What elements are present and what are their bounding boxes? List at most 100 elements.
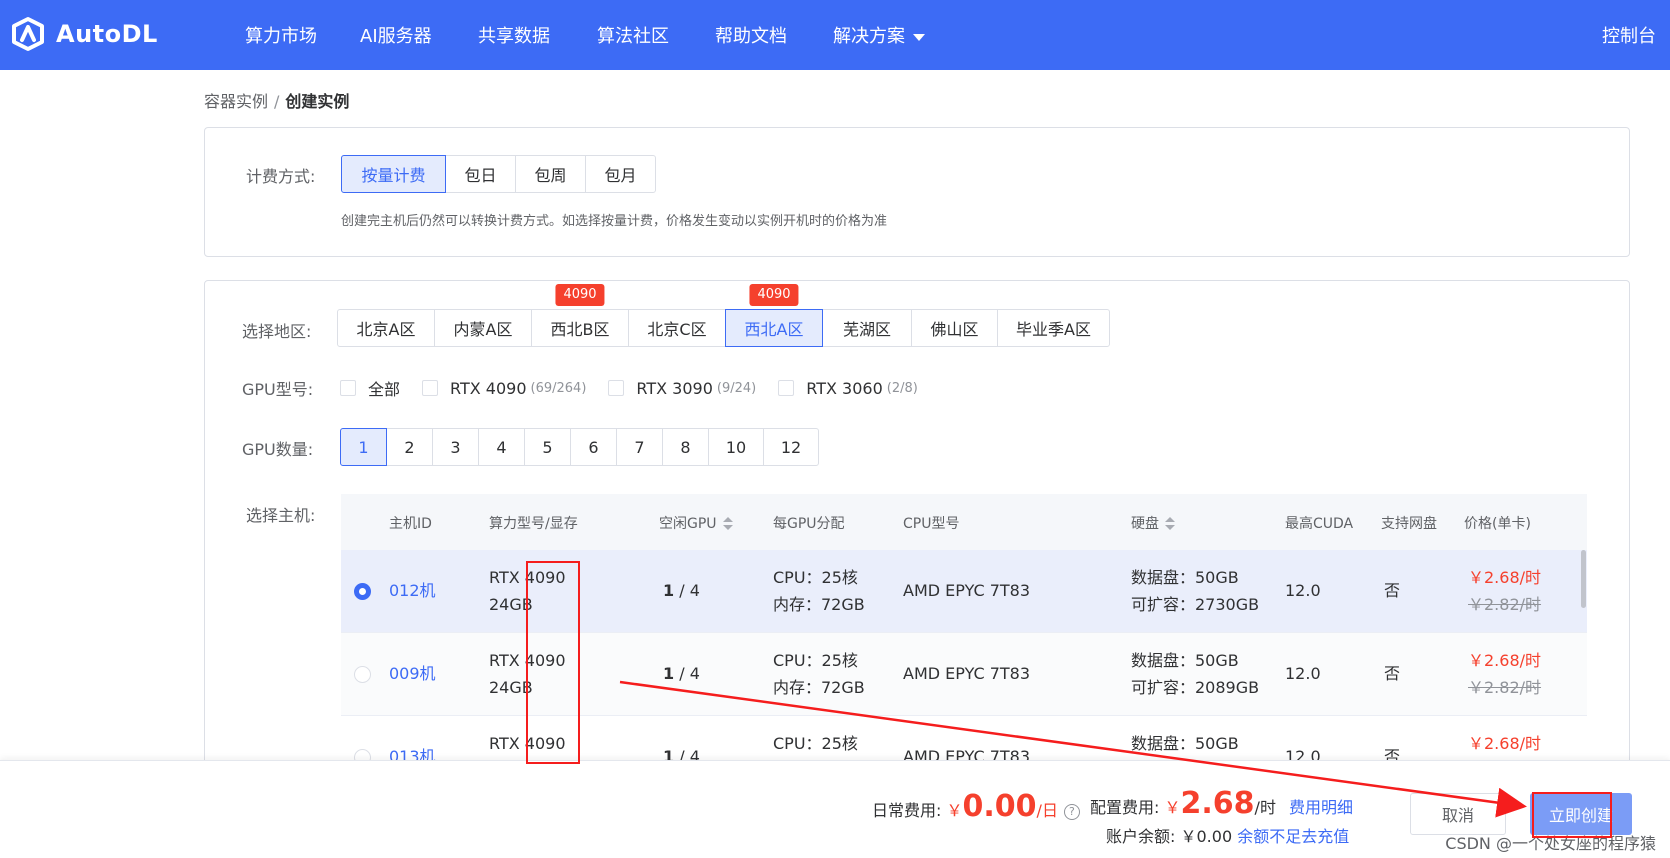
billing-option-pay-as-you-go[interactable]: 按量计费: [341, 155, 446, 193]
region-foshan[interactable]: 佛山区: [911, 309, 998, 347]
daily-cost: 日常费用: ￥0.00/日?: [872, 789, 1080, 824]
total-gpu: / 4: [679, 664, 700, 683]
caret-down-icon: [913, 33, 925, 41]
col-free-gpu[interactable]: 空闲GPU: [659, 513, 733, 533]
nav-console[interactable]: 控制台: [1602, 22, 1656, 48]
gpu-model-rtx3060[interactable]: RTX 3060 (2/8): [778, 379, 918, 398]
cancel-button[interactable]: 取消: [1410, 793, 1506, 835]
gpu-count-12[interactable]: 12: [763, 428, 819, 466]
region-xibei-a[interactable]: 西北A区 4090: [725, 284, 823, 347]
gpu-model-options: 全部 RTX 4090 (69/264) RTX 3090 (9/24) RTX 3…: [340, 376, 918, 400]
col-free-gpu-label: 空闲GPU: [659, 516, 717, 532]
region-neimeng-a[interactable]: 内蒙A区: [434, 309, 532, 347]
gpu-model-name: RTX 3060: [806, 378, 883, 398]
account-balance: 账户余额: ￥0.00 余额不足去充值: [1106, 823, 1349, 847]
nav-algorithm-community[interactable]: 算法社区: [597, 22, 669, 48]
nav-help-docs[interactable]: 帮助文档: [715, 22, 787, 48]
sort-icon[interactable]: [722, 517, 733, 531]
gpu-count-options: 1 2 3 4 5 6 7 8 10 12: [340, 428, 819, 466]
nav-solutions[interactable]: 解决方案: [833, 22, 925, 48]
nav-compute-market[interactable]: 算力市场: [245, 22, 317, 48]
fee-detail-link[interactable]: 费用明细: [1289, 798, 1353, 817]
gpu-model-name: 全部: [368, 380, 401, 399]
max-cuda: 12.0: [1285, 581, 1321, 600]
gpu-model-rtx4090[interactable]: RTX 4090 (69/264): [422, 379, 586, 398]
host-id[interactable]: 009机: [389, 661, 436, 687]
nav-shared-data[interactable]: 共享数据: [478, 22, 550, 48]
checkbox[interactable]: [778, 380, 795, 396]
free-gpu: 1 / 4: [663, 661, 700, 687]
price: ￥2.68/时: [1468, 651, 1542, 670]
host-id[interactable]: 012机: [389, 578, 436, 604]
gpu-model-all[interactable]: 全部: [340, 376, 400, 400]
region-badge: 4090: [749, 284, 799, 306]
mem-alloc: 内存：72GB: [773, 595, 865, 614]
gpu-model-label: GPU型号:: [242, 380, 314, 399]
gpu-count-2[interactable]: 2: [386, 428, 433, 466]
host-label: 选择主机:: [246, 506, 316, 525]
nav-solutions-label: 解决方案: [833, 26, 905, 47]
cpu-model: AMD EPYC 7T83: [903, 581, 1031, 600]
breadcrumb-current: 创建实例: [285, 92, 350, 111]
total-gpu: / 4: [679, 581, 700, 600]
region-options: 北京A区 内蒙A区 西北B区 4090 北京C区 西北A区 4090 芜湖区 佛山区…: [337, 284, 1110, 347]
daily-cost-label: 日常费用:: [872, 801, 942, 820]
breadcrumb-separator: /: [274, 92, 280, 111]
billing-label: 计费方式:: [246, 167, 316, 186]
balance-value: ￥0.00: [1180, 827, 1233, 846]
netdisk-support: 否: [1384, 664, 1401, 683]
col-cuda: 最高CUDA: [1285, 516, 1354, 532]
region-xibei-b[interactable]: 西北B区 4090: [531, 284, 629, 347]
gpu-count-8[interactable]: 8: [662, 428, 709, 466]
region-wuhu[interactable]: 芜湖区: [822, 309, 912, 347]
region-label: 选择地区:: [242, 322, 312, 341]
region-beijing-c[interactable]: 北京C区: [628, 309, 726, 347]
data-disk: 数据盘：50GB: [1131, 568, 1239, 587]
billing-option-daily[interactable]: 包日: [445, 155, 516, 193]
nav-ai-server[interactable]: AI服务器: [360, 22, 432, 48]
gpu-count-6[interactable]: 6: [570, 428, 617, 466]
breadcrumb-parent[interactable]: 容器实例: [204, 92, 268, 111]
checkbox[interactable]: [608, 380, 625, 396]
gpu-count-5[interactable]: 5: [524, 428, 571, 466]
price: ￥2.68/时: [1468, 568, 1542, 587]
gpu-count-1[interactable]: 1: [340, 428, 387, 466]
table-scrollbar[interactable]: [1581, 550, 1586, 608]
billing-option-weekly[interactable]: 包周: [515, 155, 586, 193]
free-gpu-count: 1: [663, 581, 675, 600]
host-radio[interactable]: [354, 666, 371, 683]
region-graduation-a[interactable]: 毕业季A区: [997, 309, 1110, 347]
gpu-model-name: RTX 3090: [636, 378, 713, 398]
billing-options: 按量计费 包日 包周 包月: [341, 155, 656, 193]
gpu-model-rtx3090[interactable]: RTX 3090 (9/24): [608, 379, 756, 398]
col-cpu-model: CPU型号: [903, 516, 960, 532]
balance-label: 账户余额:: [1106, 827, 1176, 846]
sort-icon[interactable]: [1165, 517, 1175, 531]
region-beijing-a[interactable]: 北京A区: [337, 309, 435, 347]
gpu-count-7[interactable]: 7: [616, 428, 663, 466]
gpu-count-10[interactable]: 10: [708, 428, 764, 466]
col-disk[interactable]: 硬盘: [1131, 513, 1175, 533]
recharge-link[interactable]: 余额不足去充值: [1237, 827, 1349, 846]
cpu-alloc: CPU：25核: [773, 568, 858, 587]
help-icon[interactable]: ?: [1063, 803, 1080, 820]
gpu-count-3[interactable]: 3: [432, 428, 479, 466]
host-radio[interactable]: [354, 583, 371, 600]
billing-note: 创建完主机后仍然可以转换计费方式。如选择按量计费，价格发生变动以实例开机时的价格…: [341, 214, 888, 229]
checkbox[interactable]: [422, 380, 439, 396]
data-disk: 数据盘：50GB: [1131, 734, 1239, 753]
region-badge: 4090: [555, 284, 605, 306]
col-disk-label: 硬盘: [1131, 516, 1159, 532]
gpu-model-name: RTX 4090: [450, 378, 527, 398]
daily-cost-unit: /日: [1036, 801, 1058, 820]
cpu-alloc: CPU：25核: [773, 651, 858, 670]
col-netdisk: 支持网盘: [1381, 516, 1437, 532]
expandable-disk: 可扩容：2730GB: [1131, 595, 1260, 614]
annotation-highlight-box: [526, 561, 580, 764]
brand-logo[interactable]: AutoDL: [10, 16, 158, 52]
gpu-count-4[interactable]: 4: [478, 428, 525, 466]
checkbox[interactable]: [340, 380, 356, 396]
gpu-model-count: (2/8): [886, 380, 918, 396]
free-gpu-count: 1: [663, 664, 675, 683]
billing-option-monthly[interactable]: 包月: [585, 155, 656, 193]
